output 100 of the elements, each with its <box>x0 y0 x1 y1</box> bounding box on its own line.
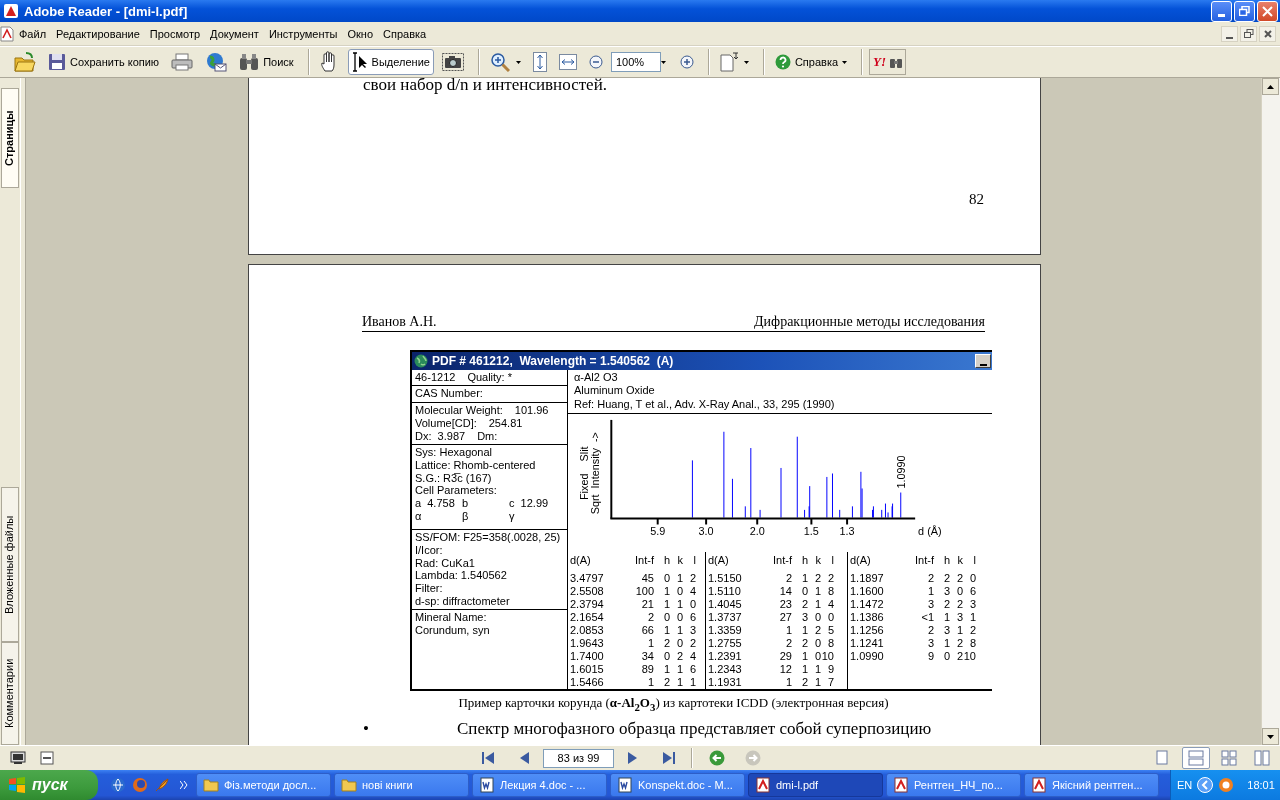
right-arrow-icon <box>628 751 637 765</box>
restore-button[interactable] <box>1240 25 1257 42</box>
zoom-field[interactable]: 100% <box>610 52 661 72</box>
menu-item[interactable]: Редактирование <box>51 25 145 42</box>
caret-icon[interactable] <box>660 60 666 64</box>
taskbar-button[interactable]: Рентген_НЧ_по... <box>886 773 1021 797</box>
caret-icon[interactable] <box>743 60 749 64</box>
menu-item[interactable]: Просмотр <box>144 25 206 42</box>
feather-icon[interactable] <box>154 777 170 793</box>
column-header: k <box>676 554 683 567</box>
close-icon <box>1262 5 1273 17</box>
table-cell-text: 4 <box>688 585 696 598</box>
flag-icon <box>8 776 26 794</box>
table-cell-text: 1 <box>813 663 821 676</box>
close-button[interactable] <box>1259 25 1276 42</box>
taskbar-button[interactable]: Фіз.методи досл... <box>196 773 331 797</box>
first-page-button[interactable] <box>480 749 496 767</box>
card-field: Aluminum Oxide <box>574 384 990 398</box>
side-tab[interactable]: Комментарии <box>1 642 19 745</box>
table-cell-text: 2 <box>955 598 963 611</box>
next-page-button[interactable] <box>626 749 639 767</box>
table-cell-text: 2 <box>968 624 976 637</box>
browser-icon[interactable] <box>110 777 126 793</box>
menu-item[interactable]: Файл <box>14 25 52 42</box>
scroll-up-button[interactable] <box>1262 78 1279 95</box>
page-layout-icon <box>1155 750 1171 766</box>
axis-label: Fixed Slit <box>577 446 590 500</box>
language-indicator[interactable]: EN <box>1177 779 1193 791</box>
page-icon[interactable] <box>40 751 54 765</box>
app-icon <box>3 3 19 19</box>
search-button[interactable]: Поиск <box>235 49 298 75</box>
save-copy-button[interactable]: Сохранить копию <box>44 49 164 75</box>
table-cell-text: 2 <box>662 676 670 689</box>
binoculars-icon <box>890 56 903 68</box>
table-cell-text: 1.1600 <box>850 585 885 598</box>
table-cell-text: 5 <box>826 624 834 637</box>
more-icon[interactable] <box>180 781 188 789</box>
back-button[interactable] <box>707 748 727 768</box>
table-cell-text: 9 <box>826 663 834 676</box>
camera-icon <box>441 53 464 71</box>
previous-page-button[interactable] <box>518 749 531 767</box>
table-cell-text: 3 <box>926 637 934 650</box>
page-field[interactable]: 83 из 99 <box>543 748 614 768</box>
caret-icon[interactable] <box>842 60 848 64</box>
table-cell-text: 89 <box>640 663 654 676</box>
side-tab[interactable]: Вложенные файлы <box>1 487 19 642</box>
table-cell-text: 1 <box>813 598 821 611</box>
table-cell-text: 1 <box>675 676 683 689</box>
taskbar-button[interactable]: Лекция 4.doc - ... <box>472 773 607 797</box>
card-field: 254.81 <box>488 416 523 430</box>
table-cell-text: 9 <box>926 650 934 663</box>
table-cell-text: 1.7400 <box>570 650 605 663</box>
card-field: Dm: <box>477 429 498 443</box>
table-cell-text: 2 <box>926 572 934 585</box>
table-cell-text: 2 <box>926 624 934 637</box>
text-cursor-icon <box>351 52 368 72</box>
last-page-icon <box>663 751 675 765</box>
table-cell-text: 0 <box>968 572 976 585</box>
column-header: k <box>956 554 963 567</box>
shield-icon[interactable] <box>1218 777 1235 793</box>
table-cell-text: 1.1931 <box>708 676 743 689</box>
taskbar-button[interactable]: Якісний рентген... <box>1024 773 1159 797</box>
up-arrow-icon <box>1267 84 1274 89</box>
menu-item[interactable]: Справка <box>378 25 432 42</box>
taskbar-button[interactable]: dmi-l.pdf <box>748 773 883 797</box>
table-cell-text: 45 <box>640 572 654 585</box>
table-cell-text: 1 <box>926 585 934 598</box>
help-button[interactable]: Справка <box>770 49 852 75</box>
bullet: • <box>362 718 370 739</box>
select-tool-button[interactable]: Выделение <box>347 49 434 75</box>
menu-item[interactable]: Документ <box>205 25 264 42</box>
table-cell-text: 2 <box>955 650 963 663</box>
table-cell-text: 0 <box>826 611 834 624</box>
side-tab[interactable]: Страницы <box>1 88 19 188</box>
yahoo-search-button[interactable]: Y! <box>869 49 907 75</box>
table-cell-text: 66 <box>640 624 654 637</box>
table-cell-text: 1 <box>662 585 670 598</box>
taskbar-button[interactable]: нові книги <box>334 773 469 797</box>
table-cell-text: 2 <box>800 637 808 650</box>
table-cell-text: 1.3737 <box>708 611 743 624</box>
column-header: d(A) <box>708 554 730 567</box>
caret-icon[interactable] <box>515 60 521 64</box>
table-cell-text: 6 <box>688 663 696 676</box>
table-cell-text: <1 <box>920 611 934 624</box>
table-cell-text: 1 <box>662 663 670 676</box>
page-layout-button[interactable] <box>1182 747 1210 769</box>
table-cell-text: 2.0853 <box>570 624 605 637</box>
table-cell-text: 2 <box>955 637 963 650</box>
monitor-icon[interactable] <box>10 751 26 765</box>
author-header: Иванов А.Н. <box>362 314 437 330</box>
last-page-button[interactable] <box>661 749 677 767</box>
page-layout-icon <box>1221 750 1237 766</box>
scroll-down-button[interactable] <box>1262 728 1279 745</box>
taskbar-button[interactable]: Konspekt.doc - M... <box>610 773 745 797</box>
menu-item[interactable]: Инструменты <box>263 25 343 42</box>
minimize-button[interactable] <box>1221 25 1238 42</box>
table-cell-text: 1 <box>800 572 808 585</box>
table-cell-text: 1 <box>800 663 808 676</box>
column-header: d(A) <box>570 554 592 567</box>
menu-item[interactable]: Окно <box>342 25 379 42</box>
